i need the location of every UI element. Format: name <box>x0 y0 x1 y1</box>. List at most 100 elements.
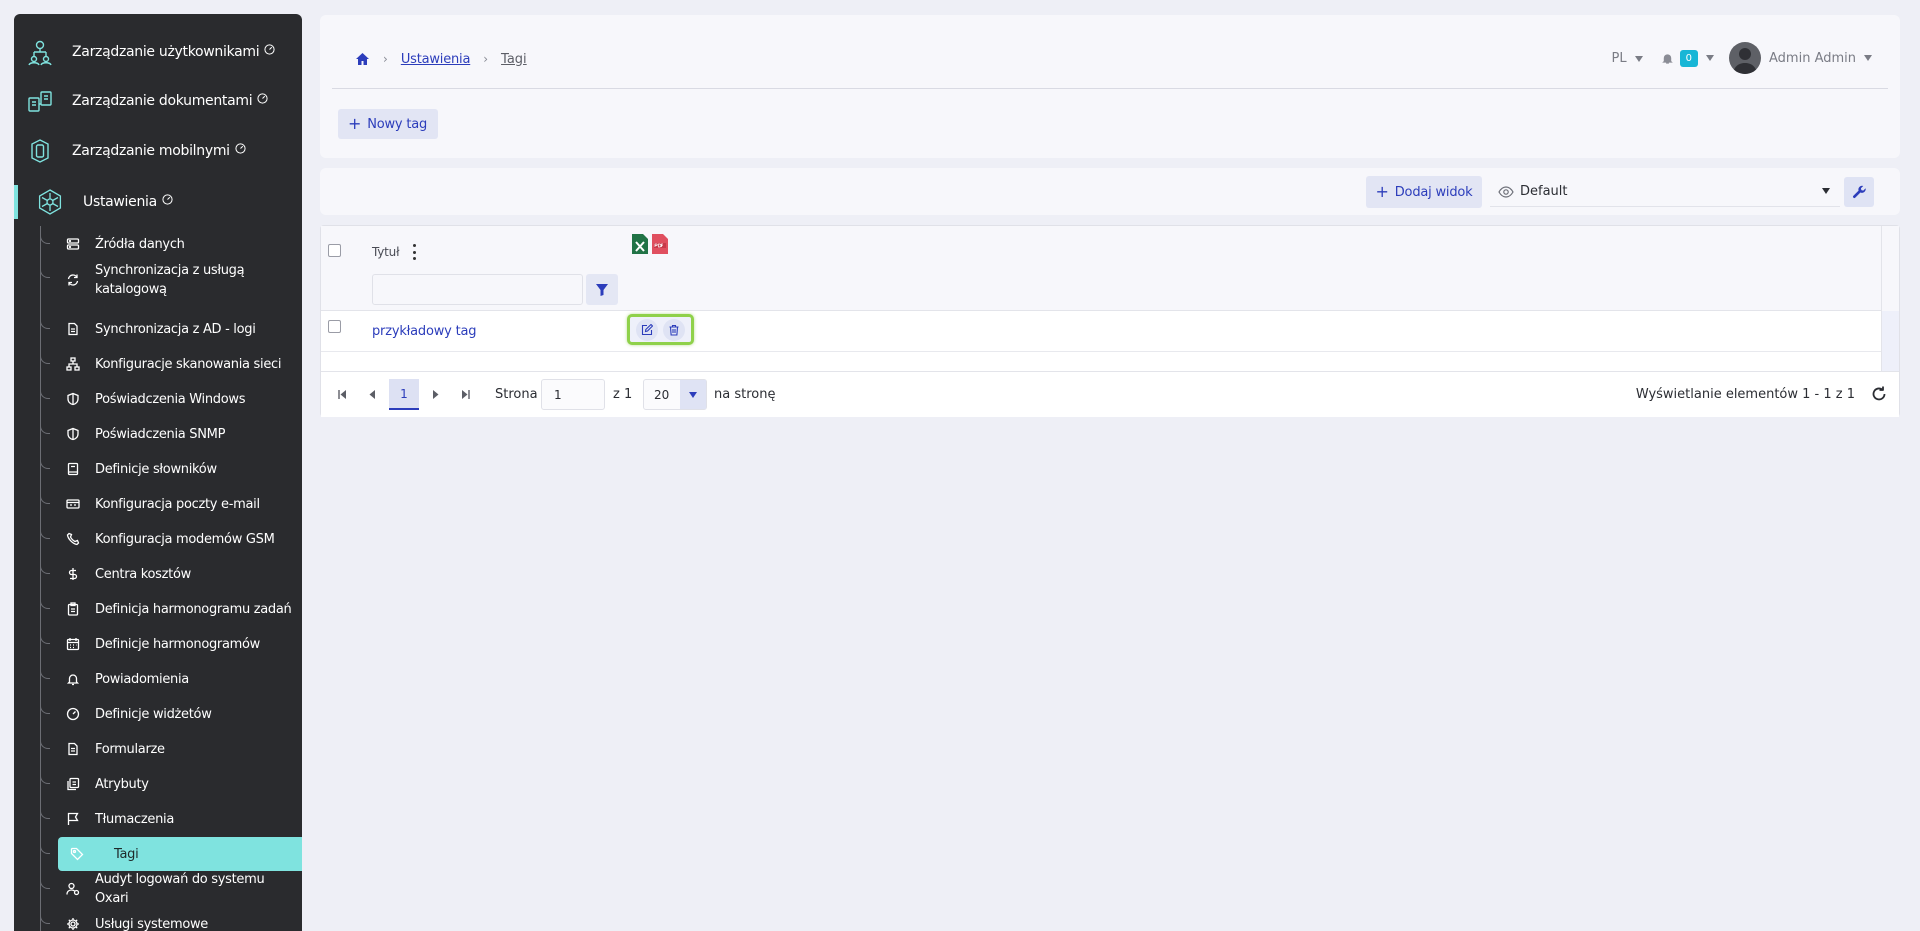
select-all-checkbox[interactable] <box>328 244 341 257</box>
notifications-button[interactable]: 0 <box>1661 49 1714 67</box>
sidebar-item-email-config[interactable]: Konfiguracja poczty e-mail <box>40 487 302 521</box>
sidebar-item-label: Definicje harmonogramów <box>95 636 260 652</box>
table-row: przykładowy tag <box>321 312 1881 352</box>
first-page-button[interactable] <box>327 379 357 409</box>
page-number-input[interactable]: 1 <box>541 379 605 410</box>
sidebar-item-translations[interactable]: Tłumaczenia <box>40 802 302 836</box>
view-settings-button[interactable] <box>1844 177 1874 207</box>
eye-icon <box>1498 185 1514 198</box>
view-toolbar: + Dodaj widok Default <box>320 168 1900 215</box>
sidebar-item-snmp-credentials[interactable]: Poświadczenia SNMP <box>40 417 302 451</box>
sidebar-item-settings[interactable]: Ustawienia <box>14 178 302 226</box>
page-size-value: 20 <box>654 387 670 402</box>
sync-icon <box>67 274 79 286</box>
column-menu-icon[interactable] <box>412 244 416 260</box>
sidebar-item-label: Audyt logowań do systemu Oxari <box>95 872 265 906</box>
chevron-right-icon: › <box>383 52 388 66</box>
sidebar-item-mobile-management[interactable]: Zarządzanie mobilnymi <box>14 127 302 175</box>
page-size-select[interactable]: 20 <box>643 379 707 410</box>
sidebar-item-label: Zarządzanie użytkownikami <box>72 44 260 60</box>
filter-button[interactable] <box>586 274 618 305</box>
grid-scrollbar[interactable] <box>1881 226 1899 372</box>
bell-icon <box>66 674 80 686</box>
row-checkbox[interactable] <box>328 320 341 333</box>
sidebar-item-dictionaries[interactable]: Definicje słowników <box>40 452 302 486</box>
chevron-down-icon <box>1864 55 1872 61</box>
sidebar-item-directory-sync[interactable]: Synchronizacja z usługą katalogową <box>40 261 302 299</box>
sidebar-item-widgets[interactable]: Definicje widżetów <box>40 697 302 731</box>
sidebar-item-label: Konfiguracja modemów GSM <box>95 531 275 547</box>
next-page-icon <box>432 389 438 399</box>
tags-grid: Tytuł przykładowy tag 1 Strona 1 z 1 20 … <box>320 225 1900 417</box>
user-menu[interactable]: Admin Admin <box>1714 42 1872 74</box>
sidebar-item-notifications[interactable]: Powiadomienia <box>40 662 302 696</box>
header-user-area: PL 0 Admin Admin <box>1612 41 1872 75</box>
sidebar-item-schedules[interactable]: Definicje harmonogramów <box>40 627 302 661</box>
sidebar-item-login-audit[interactable]: Audyt logowań do systemu Oxari <box>40 872 302 906</box>
chevron-down-icon <box>680 380 706 409</box>
server-icon <box>66 238 80 250</box>
sidebar-item-user-management[interactable]: Zarządzanie użytkownikami <box>14 28 302 76</box>
sidebar-item-label: Tagi <box>114 846 139 862</box>
pager: 1 Strona 1 z 1 20 na stronę Wyświetlanie… <box>321 371 1899 417</box>
add-view-button[interactable]: + Dodaj widok <box>1366 176 1482 208</box>
sidebar-item-task-schedule[interactable]: Definicja harmonogramu zadań <box>40 592 302 626</box>
refresh-icon[interactable] <box>1869 384 1889 404</box>
per-page-label: na stronę <box>714 387 776 402</box>
export-buttons <box>632 234 668 254</box>
clipboard-icon <box>67 602 79 616</box>
sidebar-item-label: Zarządzanie mobilnymi <box>72 143 230 159</box>
edit-button[interactable] <box>635 318 658 341</box>
dashboard-icon <box>264 44 275 55</box>
grid-header: Tytuł <box>321 226 1881 311</box>
trash-icon <box>669 324 679 336</box>
avatar <box>1729 42 1761 74</box>
plus-icon: + <box>1375 182 1389 201</box>
sidebar-item-gsm-modems[interactable]: Konfiguracja modemów GSM <box>40 522 302 556</box>
documents-icon <box>28 91 52 112</box>
sidebar-item-system-services[interactable]: Usługi systemowe <box>40 907 302 931</box>
document-icon <box>68 322 78 336</box>
pdf-export-icon[interactable] <box>652 234 668 254</box>
chevron-down-icon <box>1822 188 1830 194</box>
tag-icon <box>70 847 84 861</box>
gauge-icon <box>66 707 80 721</box>
language-selector[interactable]: PL <box>1612 51 1643 66</box>
sidebar-item-document-management[interactable]: Zarządzanie dokumentami <box>14 77 302 125</box>
sidebar-item-attributes[interactable]: Atrybuty <box>40 767 302 801</box>
sidebar-item-cost-centers[interactable]: Centra kosztów <box>40 557 302 591</box>
shield-icon <box>67 427 79 441</box>
add-view-label: Dodaj widok <box>1394 184 1473 200</box>
current-page-button[interactable]: 1 <box>389 379 419 410</box>
sidebar-item-network-scan[interactable]: Konfiguracje skanowania sieci <box>40 347 302 381</box>
page-count-label: z 1 <box>613 387 633 402</box>
sidebar-item-ad-sync-logs[interactable]: Synchronizacja z AD - logi <box>40 312 302 346</box>
tag-title-link[interactable]: przykładowy tag <box>372 324 476 339</box>
sidebar-item-label: Synchronizacja z AD - logi <box>95 321 256 337</box>
chevron-down-icon <box>1634 55 1643 62</box>
sidebar-item-data-sources[interactable]: Źródła danych <box>40 227 302 261</box>
sidebar-item-label: Konfiguracje skanowania sieci <box>95 356 282 372</box>
next-page-button[interactable] <box>420 379 450 409</box>
new-tag-button[interactable]: + Nowy tag <box>338 109 439 139</box>
home-icon[interactable] <box>355 52 370 66</box>
breadcrumb-settings-link[interactable]: Ustawienia <box>401 52 471 67</box>
sidebar-item-label: Poświadczenia Windows <box>95 391 246 407</box>
view-select[interactable]: Default <box>1490 177 1840 207</box>
network-icon <box>66 357 80 371</box>
title-filter-input[interactable] <box>372 274 583 305</box>
sidebar-item-windows-credentials[interactable]: Poświadczenia Windows <box>40 382 302 416</box>
flag-icon <box>67 812 79 825</box>
calendar-icon <box>66 638 80 651</box>
last-page-button[interactable] <box>450 379 480 409</box>
prev-page-button[interactable] <box>357 379 387 409</box>
column-header-title[interactable]: Tytuł <box>372 245 399 259</box>
chevron-down-icon <box>1706 55 1714 61</box>
sidebar-item-tags[interactable]: Tagi <box>40 837 302 871</box>
sidebar-item-forms[interactable]: Formularze <box>40 732 302 766</box>
excel-export-icon[interactable] <box>632 234 648 254</box>
user-name: Admin Admin <box>1769 50 1856 66</box>
user-audit-icon <box>66 882 80 896</box>
delete-button[interactable] <box>663 318 686 341</box>
edit-icon <box>641 323 653 335</box>
